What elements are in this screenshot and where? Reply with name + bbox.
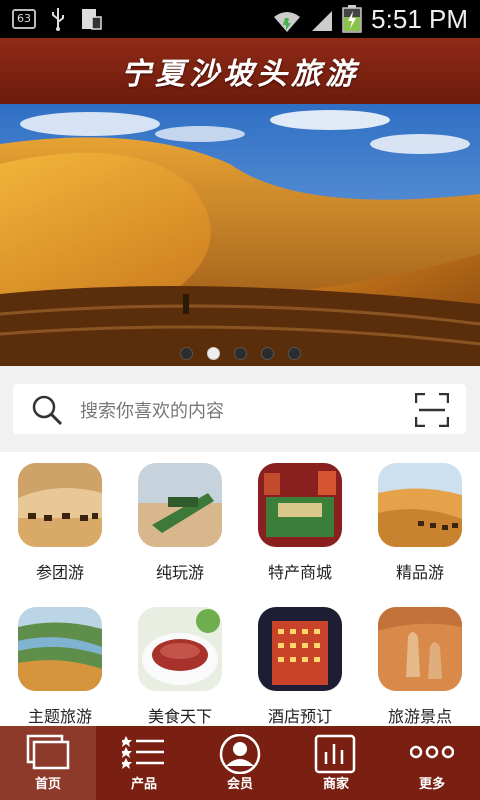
tab-label: 首页 [34, 777, 61, 792]
category-thumbnail [258, 463, 342, 547]
status-indicators [272, 5, 362, 33]
category-thumbnail [138, 463, 222, 547]
category-label: 主题旅游 [27, 707, 92, 726]
usb-icon [52, 8, 64, 31]
carousel-indicator [0, 347, 480, 360]
notification-badge: 63 [12, 9, 36, 29]
category-pure-play[interactable]: 纯玩游 [120, 463, 240, 583]
carousel-dot[interactable] [260, 347, 274, 360]
tab-products[interactable]: 产品 [96, 726, 192, 800]
carousel-dot[interactable] [179, 347, 193, 360]
category-label: 美食天下 [147, 707, 212, 726]
tab-home[interactable]: 首页 [0, 726, 96, 800]
list-icon [122, 736, 164, 769]
status-notifications: 63 [12, 7, 102, 31]
banner-image [0, 104, 480, 366]
category-specialty-mall[interactable]: 特产商城 [240, 463, 360, 583]
category-thumbnail [378, 607, 462, 691]
home-icon [26, 734, 70, 770]
merchant-icon [314, 734, 356, 774]
category-label: 参团游 [35, 563, 84, 582]
document-icon [82, 9, 102, 30]
category-cuisine[interactable]: 美食天下 [120, 607, 240, 727]
category-thumbnail [18, 463, 102, 547]
app-header: 宁夏沙坡头旅游 [0, 38, 480, 104]
tab-merchant[interactable]: 商家 [288, 726, 384, 800]
category-tour-group[interactable]: 参团游 [0, 463, 120, 583]
bottom-tab-bar: 首页 产品 会员 商家 更多 [0, 726, 480, 800]
category-thumbnail [378, 463, 462, 547]
category-hotel-booking[interactable]: 酒店预订 [240, 607, 360, 727]
search-section: 搜索你喜欢的内容 [0, 366, 480, 452]
search-input[interactable]: 搜索你喜欢的内容 [80, 397, 224, 423]
signal-icon [312, 11, 332, 31]
category-label: 纯玩游 [155, 563, 204, 582]
category-theme-tour[interactable]: 主题旅游 [0, 607, 120, 727]
category-thumbnail [138, 607, 222, 691]
category-thumbnail [18, 607, 102, 691]
category-thumbnail [258, 607, 342, 691]
category-label: 精品游 [395, 563, 444, 582]
tab-more[interactable]: 更多 [384, 726, 480, 800]
status-time: 5:51 PM [371, 4, 468, 34]
tab-label: 更多 [418, 777, 445, 792]
category-label: 酒店预订 [267, 707, 332, 726]
tab-label: 会员 [226, 777, 253, 792]
wifi-icon [274, 12, 300, 32]
more-icon [410, 745, 454, 759]
tab-member[interactable]: 会员 [192, 726, 288, 800]
carousel-dot[interactable] [287, 347, 301, 360]
carousel-dot[interactable] [233, 347, 247, 360]
category-attractions[interactable]: 旅游景点 [360, 607, 480, 727]
banner-carousel[interactable] [0, 104, 480, 366]
tab-label: 商家 [322, 777, 349, 792]
search-icon [32, 395, 63, 426]
category-label: 特产商城 [267, 563, 332, 582]
member-icon [219, 734, 261, 774]
category-premium-tour[interactable]: 精品游 [360, 463, 480, 583]
scan-icon[interactable] [415, 393, 449, 427]
carousel-dot[interactable] [206, 347, 220, 360]
page-title: 宁夏沙坡头旅游 [121, 57, 359, 92]
tab-label: 产品 [130, 777, 157, 792]
search-box[interactable]: 搜索你喜欢的内容 [13, 384, 466, 434]
category-grid: 参团游 纯玩游 特产商城 精品游 主题旅游 美食天下 酒店预订 旅游景点 [0, 452, 480, 726]
category-label: 旅游景点 [387, 707, 452, 726]
status-bar: 63 5:51 PM [0, 0, 480, 38]
battery-icon [342, 5, 362, 33]
